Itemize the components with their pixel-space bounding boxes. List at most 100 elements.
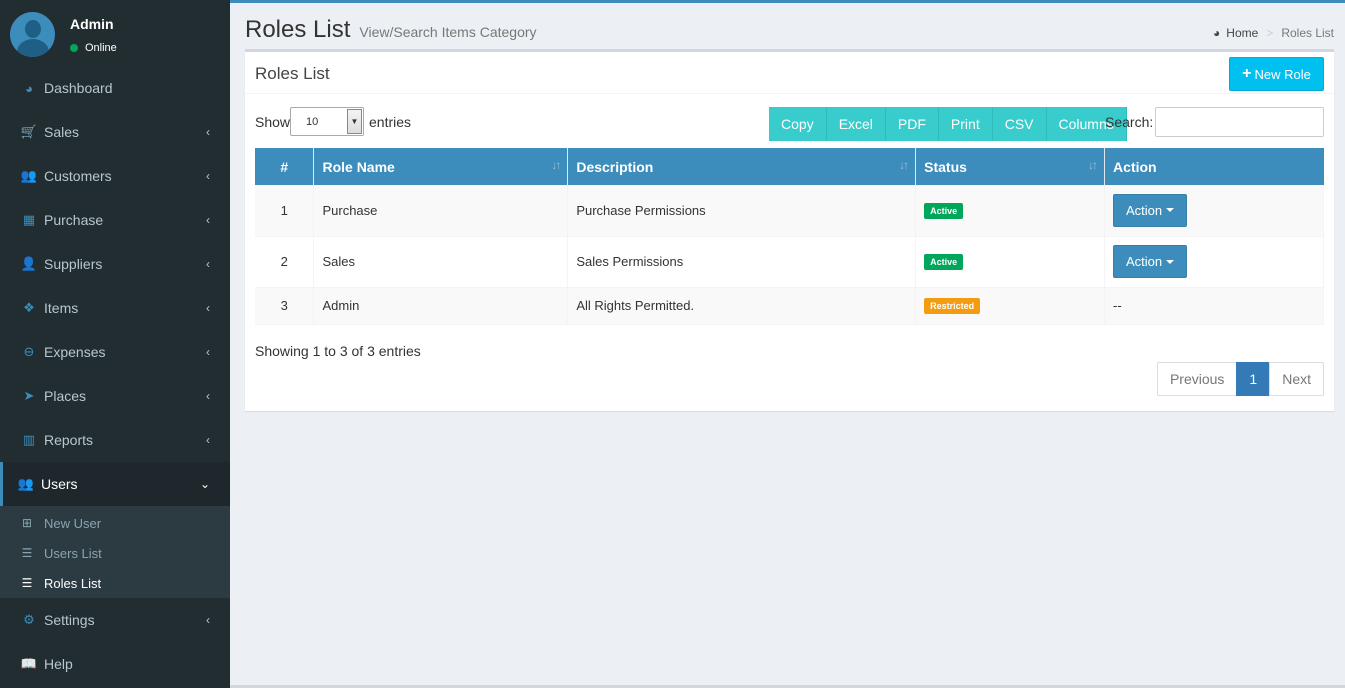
cell-status: Active	[915, 185, 1106, 237]
previous-page-button[interactable]: Previous	[1156, 362, 1238, 396]
search-label: Search:	[1105, 114, 1154, 130]
chevron-left-icon: ‹	[206, 613, 210, 627]
minus-circle-icon: ⊖	[23, 344, 35, 359]
bar-chart-icon: ▥	[22, 432, 36, 447]
user-status: Online	[70, 42, 117, 54]
new-role-button[interactable]: + New Role	[1229, 57, 1324, 91]
column-header-number[interactable]: #	[255, 148, 315, 185]
pagination: Previous 1 Next	[1156, 362, 1324, 396]
table-header-row: # Role Name ↓↑ Description ↓↑ Status ↓↑ Act…	[255, 148, 1324, 185]
page-1-button[interactable]: 1	[1236, 362, 1271, 396]
roles-table: # Role Name ↓↑ Description ↓↑ Status ↓↑ Act…	[255, 148, 1324, 325]
paper-plane-icon: ➤	[23, 388, 35, 403]
action-dropdown-button[interactable]: Action	[1113, 193, 1188, 227]
status-badge: Restricted	[924, 298, 981, 314]
cell-role-name: Sales	[313, 236, 569, 288]
cell-status: Active	[915, 236, 1106, 288]
pdf-button[interactable]: PDF	[885, 107, 939, 141]
excel-button[interactable]: Excel	[826, 107, 886, 141]
sidebar-item-customers[interactable]: 👥 Customers ‹	[0, 154, 230, 198]
breadcrumb-home-link[interactable]: Home	[1226, 26, 1258, 40]
show-label: Show	[255, 114, 291, 130]
sidebar-item-items[interactable]: ❖ Items ‹	[0, 286, 230, 330]
cell-description: All Rights Permitted.	[567, 287, 917, 325]
entries-label: entries	[369, 114, 412, 130]
print-button[interactable]: Print	[938, 107, 993, 141]
chevron-left-icon: ‹	[206, 169, 210, 183]
caret-down-icon	[1166, 208, 1175, 213]
sort-icon: ↓↑	[1088, 158, 1098, 172]
table-row: 3 Admin All Rights Permitted. Restricted…	[255, 287, 1324, 325]
cell-description: Purchase Permissions	[567, 185, 917, 237]
plus-icon: +	[1242, 65, 1252, 82]
sidebar-item-expenses[interactable]: ⊖ Expenses ‹	[0, 330, 230, 374]
top-accent-bar	[230, 0, 1345, 3]
user-name: Admin	[70, 16, 114, 32]
cell-number: 1	[255, 185, 315, 237]
chevron-left-icon: ‹	[206, 345, 210, 359]
copy-button[interactable]: Copy	[769, 107, 827, 141]
content-header: Roles List View/Search Items Category	[245, 16, 537, 44]
submenu-item-users-list[interactable]: ☰ Users List	[0, 538, 230, 568]
list-icon: ☰	[21, 546, 33, 560]
cell-number: 2	[255, 236, 315, 288]
box-title: Roles List	[255, 64, 330, 83]
sidebar-item-reports[interactable]: ▥ Reports ‹	[0, 418, 230, 462]
box-header: Roles List + New Role	[245, 52, 1334, 94]
sidebar: Admin Online ◕ Dashboard 🛒 Sales ‹ 👥 Custome…	[0, 0, 230, 688]
users-icon: 👥	[20, 168, 38, 183]
users-icon: 👥	[17, 476, 35, 491]
user-plus-icon: 👤	[20, 256, 38, 271]
submenu-item-new-user[interactable]: ⊞ New User	[0, 508, 230, 538]
next-page-button[interactable]: Next	[1269, 362, 1324, 396]
chevron-left-icon: ‹	[206, 301, 210, 315]
gears-icon: ⚙	[23, 612, 35, 627]
sidebar-item-purchase[interactable]: ▦ Purchase ‹	[0, 198, 230, 242]
page-subtitle: View/Search Items Category	[359, 24, 537, 40]
search-input[interactable]	[1155, 107, 1324, 137]
sidebar-item-suppliers[interactable]: 👤 Suppliers ‹	[0, 242, 230, 286]
sidebar-item-places[interactable]: ➤ Places ‹	[0, 374, 230, 418]
submenu-item-roles-list[interactable]: ☰ Roles List	[0, 568, 230, 598]
cell-number: 3	[255, 287, 315, 325]
cell-action: Action	[1104, 185, 1324, 237]
column-header-role-name[interactable]: Role Name ↓↑	[313, 148, 569, 185]
cell-status: Restricted	[915, 287, 1106, 325]
action-dropdown-button[interactable]: Action	[1113, 245, 1188, 278]
breadcrumb-separator: >	[1266, 26, 1274, 40]
status-badge: Active	[924, 254, 964, 270]
grid-icon: ▦	[22, 212, 36, 227]
table-controls: Show 10 ▼ entries Copy Excel PDF Print CS…	[255, 107, 1324, 141]
online-dot-icon	[70, 44, 78, 52]
cart-icon: 🛒	[20, 124, 38, 139]
cubes-icon: ❖	[23, 300, 35, 315]
breadcrumb: ◕ Home > Roles List	[1213, 26, 1334, 40]
breadcrumb-current: Roles List	[1281, 26, 1334, 40]
entries-select[interactable]: 10 ▼	[290, 107, 364, 136]
chevron-left-icon: ‹	[206, 433, 210, 447]
csv-button[interactable]: CSV	[992, 107, 1047, 141]
chevron-left-icon: ‹	[206, 257, 210, 271]
export-buttons: Copy Excel PDF Print CSV Columns	[769, 107, 1127, 141]
cell-role-name: Admin	[313, 287, 569, 325]
user-panel: Admin Online	[0, 0, 230, 66]
plus-square-icon: ⊞	[21, 516, 33, 530]
dropdown-arrow-icon: ▼	[347, 109, 362, 134]
column-header-status[interactable]: Status ↓↑	[915, 148, 1106, 185]
book-icon: 📖	[20, 656, 38, 671]
chevron-left-icon: ‹	[206, 213, 210, 227]
chevron-left-icon: ‹	[206, 125, 210, 139]
dashboard-icon: ◕	[1213, 26, 1221, 40]
sidebar-item-help[interactable]: 📖 Help	[0, 642, 230, 686]
sidebar-item-dashboard[interactable]: ◕ Dashboard	[0, 66, 230, 110]
avatar	[10, 12, 55, 57]
sidebar-item-sales[interactable]: 🛒 Sales ‹	[0, 110, 230, 154]
table-info: Showing 1 to 3 of 3 entries	[255, 343, 421, 359]
users-submenu: ⊞ New User ☰ Users List ☰ Roles List	[0, 506, 230, 598]
sidebar-item-settings[interactable]: ⚙ Settings ‹	[0, 598, 230, 642]
sidebar-item-users[interactable]: 👥 Users ⌄	[0, 462, 230, 506]
caret-down-icon	[1166, 259, 1175, 264]
cell-description: Sales Permissions	[567, 236, 917, 288]
column-header-description[interactable]: Description ↓↑	[567, 148, 917, 185]
cell-action: --	[1104, 287, 1324, 325]
